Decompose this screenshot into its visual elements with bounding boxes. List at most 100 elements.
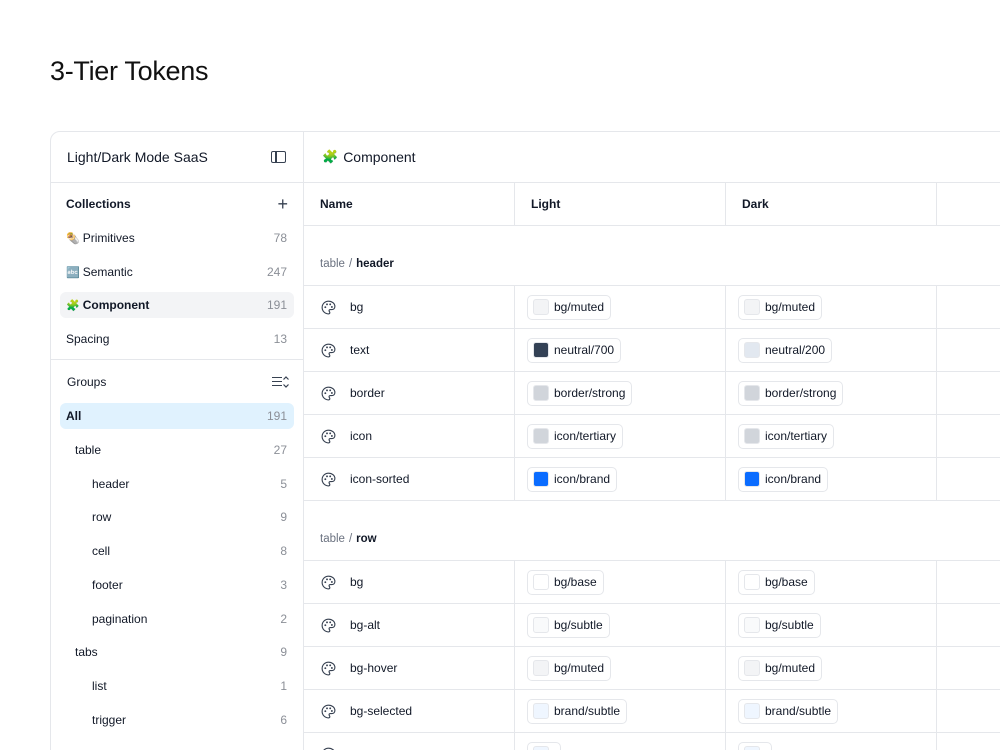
group-item-header[interactable]: header 5 [60, 471, 294, 497]
token-dark-cell: neutral/200 [726, 329, 937, 371]
token-dark-cell: bg/base [726, 561, 937, 603]
table-row[interactable]: bg-selected brand/subtle brand/subtle [304, 690, 1000, 733]
token-light-value-chip[interactable]: bg/base [527, 569, 604, 595]
group-item-label: footer [92, 577, 123, 592]
token-light-value-chip[interactable]: bg/muted [527, 294, 612, 320]
token-dark-value-chip[interactable]: icon/brand [738, 466, 829, 492]
table-row[interactable]: bg-hover bg/muted bg/muted [304, 647, 1000, 690]
token-light-value-chip[interactable]: border/strong [527, 380, 633, 406]
table-row[interactable]: bg bg/muted bg/muted [304, 286, 1000, 329]
token-extra-cell [937, 329, 1000, 371]
color-swatch [533, 342, 549, 358]
table-row[interactable]: border border/strong border/strong [304, 372, 1000, 415]
color-swatch [533, 385, 549, 401]
add-collection-icon[interactable]: + [277, 195, 288, 213]
sort-filter-icon[interactable] [272, 375, 289, 389]
token-group-heading: table / row [304, 501, 1000, 561]
column-header-name[interactable]: Name [304, 183, 515, 225]
group-item-footer[interactable]: footer 3 [60, 572, 294, 598]
token-light-value-chip[interactable] [527, 741, 561, 750]
token-dark-value: bg/base [765, 575, 808, 589]
group-item-pagination[interactable]: pagination 2 [60, 606, 294, 632]
group-separator: / [348, 533, 353, 545]
token-light-cell: icon/tertiary [515, 415, 726, 457]
group-item-cell[interactable]: cell 8 [60, 538, 294, 564]
collection-item-component[interactable]: 🧩 Component 191 [60, 292, 294, 319]
token-dark-value-chip[interactable]: bg/subtle [738, 612, 821, 638]
color-swatch [533, 660, 549, 676]
group-name: row [356, 533, 377, 545]
token-dark-value: brand/subtle [765, 704, 832, 718]
token-dark-cell: bg/subtle [726, 604, 937, 646]
token-extra-cell [937, 647, 1000, 689]
token-light-value: bg/muted [554, 300, 605, 314]
table-row[interactable] [304, 733, 1000, 750]
token-light-value-chip[interactable]: bg/subtle [527, 612, 610, 638]
table-row[interactable]: text neutral/700 neutral/200 [304, 329, 1000, 372]
collection-item-primitives[interactable]: 🌯 Primitives 78 [60, 225, 294, 251]
collection-count: 13 [273, 331, 287, 346]
token-dark-value-chip[interactable]: border/strong [738, 380, 844, 406]
toggle-sidebar-icon[interactable] [271, 151, 286, 163]
sidebar: Light/Dark Mode SaaS Collections + 🌯 Prim… [51, 132, 304, 750]
color-swatch [744, 703, 760, 719]
token-dark-value-chip[interactable]: bg/muted [738, 655, 823, 681]
token-name-cell: icon-sorted [304, 458, 515, 500]
token-dark-value: border/strong [765, 386, 837, 400]
token-light-value-chip[interactable]: brand/subtle [527, 698, 628, 724]
token-light-value-chip[interactable]: icon/tertiary [527, 423, 624, 449]
sidebar-header: Light/Dark Mode SaaS [51, 132, 303, 183]
collection-header: 🧩 Component [304, 132, 1000, 183]
color-swatch [744, 617, 760, 633]
table-row[interactable]: bg bg/base bg/base [304, 561, 1000, 604]
table-row[interactable]: bg-alt bg/subtle bg/subtle [304, 604, 1000, 647]
token-dark-value: bg/muted [765, 661, 816, 675]
group-item-trigger[interactable]: trigger 6 [60, 707, 294, 733]
column-header-light[interactable]: Light [515, 183, 726, 225]
token-name-cell: icon [304, 415, 515, 457]
collection-title: Component [343, 149, 416, 165]
column-header-empty [937, 183, 1000, 225]
token-group-heading: table / header [304, 226, 1000, 286]
color-swatch [744, 471, 760, 487]
column-header-dark[interactable]: Dark [726, 183, 937, 225]
token-light-value-chip[interactable]: icon/brand [527, 466, 618, 492]
collection-item-label: Primitives [82, 231, 135, 245]
color-swatch [533, 471, 549, 487]
group-item-All[interactable]: All 191 [60, 403, 294, 430]
collection-item-label: Component [82, 298, 150, 313]
token-dark-value-chip[interactable] [738, 741, 772, 750]
token-light-value: border/strong [554, 386, 626, 400]
group-item-row[interactable]: row 9 [60, 504, 294, 530]
token-dark-value-chip[interactable]: bg/muted [738, 294, 823, 320]
palette-icon [321, 618, 336, 632]
token-light-value-chip[interactable]: neutral/700 [527, 337, 622, 363]
token-name: icon [350, 429, 373, 443]
token-extra-cell [937, 372, 1000, 414]
token-dark-value: icon/brand [765, 472, 822, 486]
collection-count: 78 [273, 231, 287, 245]
group-item-list[interactable]: list 1 [60, 673, 294, 699]
groups-label: Groups [67, 374, 107, 389]
token-dark-cell: brand/subtle [726, 690, 937, 732]
token-dark-value-chip[interactable]: bg/base [738, 569, 815, 595]
collection-item-spacing[interactable]: Spacing 13 [60, 326, 294, 352]
table-row[interactable]: icon-sorted icon/brand icon/brand [304, 458, 1000, 501]
group-count: 8 [280, 544, 287, 559]
token-name-cell: bg [304, 286, 515, 328]
token-dark-value-chip[interactable]: neutral/200 [738, 337, 833, 363]
token-name: bg [350, 575, 364, 589]
group-item-tabs[interactable]: tabs 9 [60, 639, 294, 665]
table-row[interactable]: icon icon/tertiary icon/tertiary [304, 415, 1000, 458]
group-prefix: table [320, 258, 345, 270]
group-count: 1 [280, 678, 287, 693]
group-item-label: header [92, 476, 130, 491]
group-item-table[interactable]: table 27 [60, 437, 294, 463]
token-dark-value-chip[interactable]: icon/tertiary [738, 423, 835, 449]
collection-item-semantic[interactable]: 🔤 Semantic 247 [60, 259, 294, 285]
token-light-value-chip[interactable]: bg/muted [527, 655, 612, 681]
collection-item-label-wrap: Spacing [66, 332, 109, 346]
token-dark-value-chip[interactable]: brand/subtle [738, 698, 839, 724]
color-swatch [533, 703, 549, 719]
token-extra-cell [937, 286, 1000, 328]
